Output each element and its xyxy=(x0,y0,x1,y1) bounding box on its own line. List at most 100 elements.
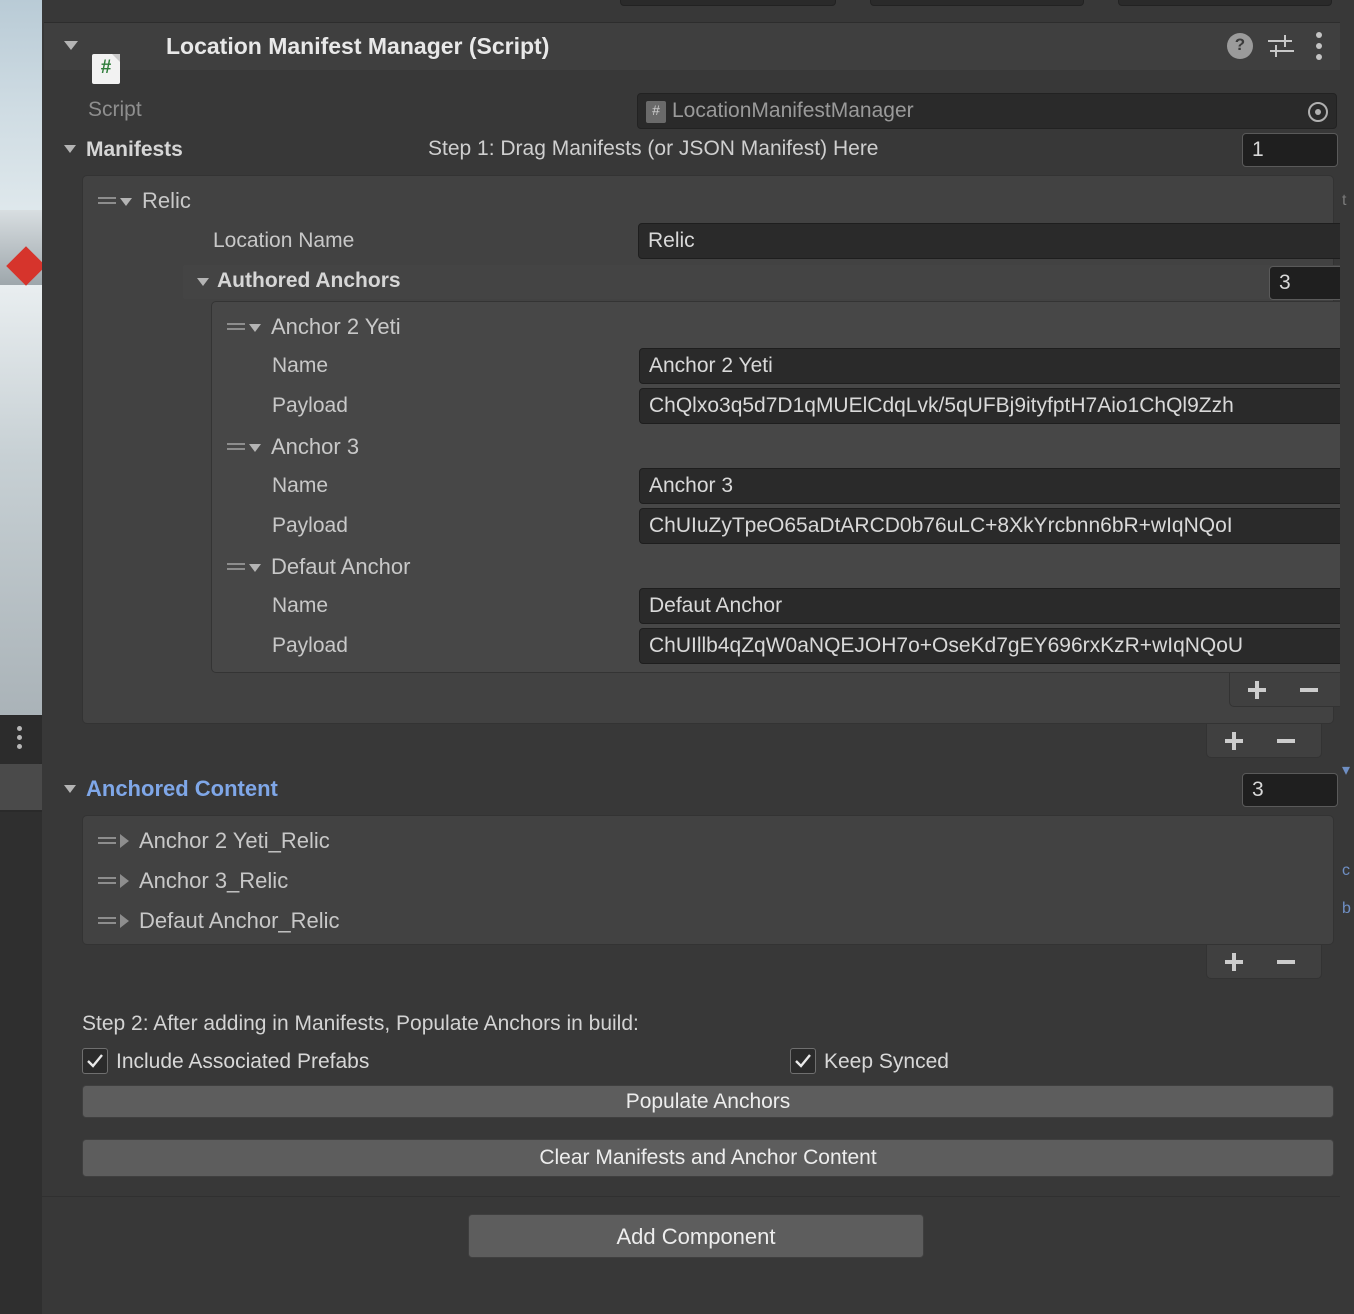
anchor-payload-label: Payload xyxy=(272,634,348,657)
keep-synced-label: Keep Synced xyxy=(824,1050,949,1073)
drag-handle-icon[interactable] xyxy=(98,915,116,927)
component-foldout-arrow[interactable] xyxy=(64,41,78,50)
list-item-foldout-arrow[interactable] xyxy=(120,874,129,888)
list-item-label: Defaut Anchor_Relic xyxy=(139,908,340,933)
script-object-field[interactable]: LocationManifestManager xyxy=(637,93,1337,129)
manifests-foldout-arrow[interactable] xyxy=(64,145,76,153)
anchor-payload-label: Payload xyxy=(272,394,348,417)
step2-instruction: Step 2: After adding in Manifests, Popul… xyxy=(82,1012,639,1035)
anchor-payload-value: ChQlxo3q5d7D1qMUElCdqLvk/5qUFBj9ityfptH7… xyxy=(649,394,1234,417)
list-item-label: Anchor 2 Yeti_Relic xyxy=(139,828,330,853)
clear-manifests-label: Clear Manifests and Anchor Content xyxy=(539,1146,877,1169)
right-edge-strip: t ▾ c b xyxy=(1340,0,1354,1314)
kebab-menu-icon[interactable] xyxy=(17,726,22,753)
authored-anchors-label: Authored Anchors xyxy=(217,269,401,292)
anchor-entry-header[interactable]: Anchor 2 Yeti xyxy=(227,314,401,340)
populate-anchors-label: Populate Anchors xyxy=(625,1090,791,1113)
help-icon[interactable] xyxy=(1227,33,1253,59)
list-item-foldout-arrow[interactable] xyxy=(120,914,129,928)
scene-view-strip: 5 xyxy=(0,0,46,1314)
drag-handle-icon[interactable] xyxy=(98,875,116,887)
scene-sky xyxy=(0,0,42,245)
list-item[interactable]: Anchor 2 Yeti_Relic xyxy=(98,828,330,854)
remove-manifest-button[interactable] xyxy=(1277,739,1295,743)
script-object-value: LocationManifestManager xyxy=(672,99,914,122)
drag-handle-icon[interactable] xyxy=(227,441,245,453)
anchor-foldout-arrow[interactable] xyxy=(249,564,261,572)
edge-mark-dot: ▾ xyxy=(1342,762,1351,779)
list-item-foldout-arrow[interactable] xyxy=(120,834,129,848)
remove-anchored-content-button[interactable] xyxy=(1277,960,1295,964)
add-component-button[interactable]: Add Component xyxy=(468,1214,924,1258)
keep-synced-checkbox[interactable] xyxy=(790,1048,816,1074)
manifest-entry-foldout-arrow[interactable] xyxy=(120,198,132,206)
inspector-panel: Location Manifest Manager (Script) Scrip… xyxy=(42,0,1354,1314)
scene-strip-lower xyxy=(0,812,42,1314)
manifests-add-remove-bar[interactable] xyxy=(1206,724,1322,758)
include-prefabs-checkbox[interactable] xyxy=(82,1048,108,1074)
edge-mark-t: t xyxy=(1342,192,1347,209)
anchor-name-input[interactable]: Anchor 3 xyxy=(639,468,1349,504)
anchored-content-foldout-arrow[interactable] xyxy=(64,785,76,793)
csharp-chip-icon xyxy=(646,101,666,123)
anchor-entry-header[interactable]: Anchor 3 xyxy=(227,434,359,460)
anchored-content-add-remove-bar[interactable] xyxy=(1206,945,1322,979)
object-picker-icon[interactable] xyxy=(1308,102,1328,122)
location-name-input[interactable]: Relic xyxy=(638,223,1354,259)
authored-anchors-count-value: 3 xyxy=(1279,271,1291,294)
anchor-payload-input[interactable]: ChUIllb4qZqW0aNQEJOH7o+OseKd7gEY696rxKzR… xyxy=(639,628,1349,664)
list-item[interactable]: Anchor 3_Relic xyxy=(98,868,288,894)
add-anchor-button[interactable] xyxy=(1248,681,1266,699)
anchored-content-count-field[interactable]: 3 xyxy=(1242,773,1338,807)
anchor-payload-input[interactable]: ChUIuZyTpeO65aDtARCD0b76uLC+8XkYrcbnn6bR… xyxy=(639,508,1349,544)
add-anchored-content-button[interactable] xyxy=(1225,953,1243,971)
script-field-label: Script xyxy=(88,98,142,121)
component-context-menu-icon[interactable] xyxy=(1316,32,1322,65)
clear-manifests-button[interactable]: Clear Manifests and Anchor Content xyxy=(82,1139,1334,1177)
authored-anchors-list: Anchor 2 Yeti Name Anchor 2 Yeti Payload… xyxy=(211,301,1354,673)
anchor-entry-header[interactable]: Defaut Anchor xyxy=(227,554,410,580)
authored-anchors-foldout-arrow[interactable] xyxy=(197,278,209,286)
manifests-count-field[interactable]: 1 xyxy=(1242,133,1338,167)
clipped-field-y xyxy=(870,0,1084,6)
anchor-name-value: Anchor 3 xyxy=(649,474,734,497)
populate-anchors-button[interactable]: Populate Anchors xyxy=(82,1085,1334,1118)
csharp-script-icon xyxy=(92,54,120,84)
manifests-hint: Step 1: Drag Manifests (or JSON Manifest… xyxy=(428,137,879,160)
anchor-name-label: Name xyxy=(272,354,329,377)
edge-mark-c: c xyxy=(1342,862,1350,879)
anchor-name-input[interactable]: Anchor 2 Yeti xyxy=(639,348,1349,384)
manifest-entry-header[interactable]: Relic xyxy=(98,188,191,214)
remove-anchor-button[interactable] xyxy=(1300,688,1318,692)
drag-handle-icon[interactable] xyxy=(98,835,116,847)
add-manifest-button[interactable] xyxy=(1225,732,1243,750)
anchor-payload-input[interactable]: ChQlxo3q5d7D1qMUElCdqLvk/5qUFBj9ityfptH7… xyxy=(639,388,1349,424)
anchor-name-value: Anchor 2 Yeti xyxy=(649,354,773,377)
drag-handle-icon[interactable] xyxy=(98,195,116,207)
anchor-foldout-arrow[interactable] xyxy=(249,324,261,332)
anchor-name-value: Defaut Anchor xyxy=(649,594,783,617)
location-name-value: Relic xyxy=(648,229,695,252)
location-name-label: Location Name xyxy=(213,229,355,252)
include-prefabs-label: Include Associated Prefabs xyxy=(116,1050,370,1073)
preset-settings-icon[interactable] xyxy=(1266,33,1296,59)
manifest-entry-title: Relic xyxy=(142,188,191,213)
drag-handle-icon[interactable] xyxy=(227,561,245,573)
anchor-name-label: Name xyxy=(272,594,329,617)
component-header[interactable]: Location Manifest Manager (Script) xyxy=(44,22,1340,84)
anchors-add-remove-bar[interactable] xyxy=(1229,673,1345,707)
scene-snow xyxy=(0,285,42,715)
drag-handle-icon[interactable] xyxy=(227,321,245,333)
anchor-name-label: Name xyxy=(272,474,329,497)
anchor-foldout-arrow[interactable] xyxy=(249,444,261,452)
manifests-count-value: 1 xyxy=(1252,138,1264,161)
edge-mark-b: b xyxy=(1342,900,1351,917)
manifests-list: Relic Location Name Relic Authored Ancho… xyxy=(82,175,1354,724)
panel-divider xyxy=(42,1196,1340,1197)
anchor-payload-label: Payload xyxy=(272,514,348,537)
list-item[interactable]: Defaut Anchor_Relic xyxy=(98,908,340,934)
anchor-name-input[interactable]: Defaut Anchor xyxy=(639,588,1349,624)
anchored-content-count-value: 3 xyxy=(1252,778,1264,801)
scene-visibility-row[interactable]: 5 xyxy=(0,764,42,810)
anchor-payload-value: ChUIllb4qZqW0aNQEJOH7o+OseKd7gEY696rxKzR… xyxy=(649,634,1244,657)
